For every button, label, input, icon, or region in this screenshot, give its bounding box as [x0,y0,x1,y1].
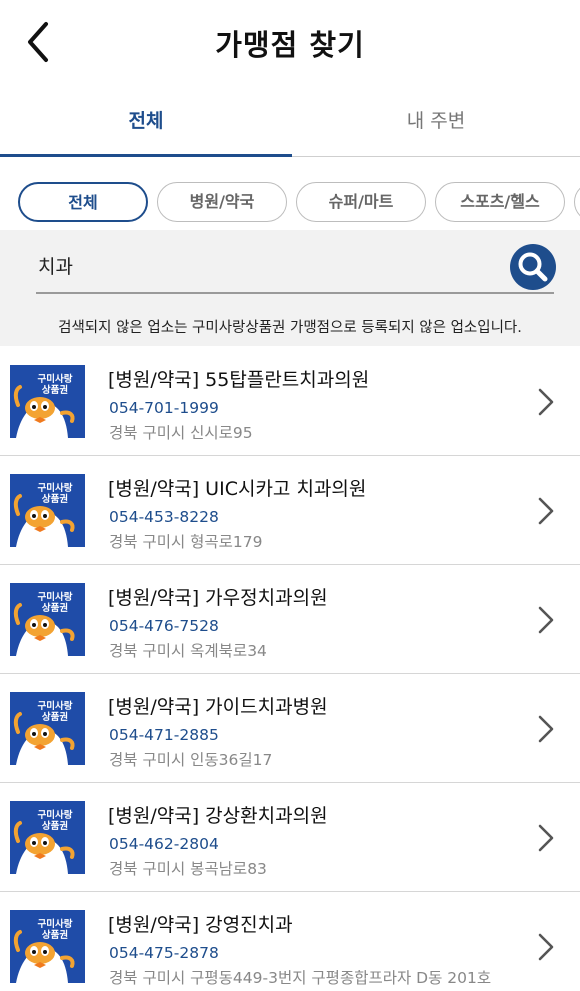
store-address: 경북 구미시 인동36길17 [109,751,273,769]
chevron-right-icon [538,824,554,852]
store-name: [병원/약국] 55탑플란트치과의원 [108,369,370,391]
chip-more[interactable] [574,182,580,222]
logo-text: 구미사랑 상품권 [37,483,73,505]
store-name: [병원/약국] UIC시카고 치과의원 [108,478,367,500]
chevron-right-icon [538,606,554,634]
list-item[interactable]: 구미사랑 상품권 [병원/약국] 강영진치과 054-475-2878 경북 구미시 … [0,892,580,991]
store-logo: 구미사랑 상품권 [10,365,85,438]
chevron-right-icon [538,497,554,525]
store-logo: 구미사랑 상품권 [10,583,85,656]
logo-text: 구미사랑 상품권 [37,810,73,832]
search-icon [518,252,548,282]
store-address: 경북 구미시 신시로95 [109,424,253,442]
store-address: 경북 구미시 형곡로179 [109,533,263,551]
search-underline [36,292,554,294]
store-list: 구미사랑 상품권 [병원/약국] 55탑플란트치과의원 054-701-1999 경북… [0,347,580,991]
chip-hospital-pharmacy[interactable]: 병원/약국 [157,182,287,222]
category-chips: 전체 병원/약국 슈퍼/마트 스포츠/헬스 [0,180,580,224]
store-name: [병원/약국] 가우정치과의원 [108,587,328,609]
search-notice: 검색되지 않은 업소는 구미사랑상품권 가맹점으로 등록되지 않은 업소입니다. [58,320,522,336]
store-address: 경북 구미시 봉곡남로83 [109,860,267,878]
logo-text: 구미사랑 상품권 [37,919,73,941]
store-name: [병원/약국] 강영진치과 [108,914,293,936]
list-item[interactable]: 구미사랑 상품권 [병원/약국] 55탑플란트치과의원 054-701-1999 경북… [0,347,580,456]
search-panel: 검색되지 않은 업소는 구미사랑상품권 가맹점으로 등록되지 않은 업소입니다. [0,230,580,346]
store-logo: 구미사랑 상품권 [10,910,85,983]
store-logo: 구미사랑 상품권 [10,474,85,547]
store-name: [병원/약국] 강상환치과의원 [108,805,328,827]
store-address: 경북 구미시 옥계북로34 [109,642,267,660]
tab-all[interactable]: 전체 [0,88,292,157]
list-item[interactable]: 구미사랑 상품권 [병원/약국] UIC시카고 치과의원 054-453-8228 경… [0,456,580,565]
chip-all[interactable]: 전체 [18,182,148,222]
store-logo: 구미사랑 상품권 [10,692,85,765]
logo-text: 구미사랑 상품권 [37,701,73,723]
store-logo: 구미사랑 상품권 [10,801,85,874]
logo-text: 구미사랑 상품권 [37,592,73,614]
search-button[interactable] [510,244,556,290]
list-item[interactable]: 구미사랑 상품권 [병원/약국] 가이드치과병원 054-471-2885 경북 구미… [0,674,580,783]
app-header: 가맹점 찾기 [0,0,580,88]
store-phone[interactable]: 054-701-1999 [109,399,219,417]
list-item[interactable]: 구미사랑 상품권 [병원/약국] 가우정치과의원 054-476-7528 경북 구미… [0,565,580,674]
list-item[interactable]: 구미사랑 상품권 [병원/약국] 강상환치과의원 054-462-2804 경북 구미… [0,783,580,892]
store-address: 경북 구미시 구평동449-3번지 구평종합프라자 D동 201호 [109,969,492,987]
store-name: [병원/약국] 가이드치과병원 [108,696,328,718]
store-phone[interactable]: 054-476-7528 [109,617,219,635]
chip-super-mart[interactable]: 슈퍼/마트 [296,182,426,222]
logo-text: 구미사랑 상품권 [37,374,73,396]
chevron-right-icon [538,715,554,743]
chip-sports-health[interactable]: 스포츠/헬스 [435,182,565,222]
tab-bar: 전체 내 주변 [0,88,580,157]
store-phone[interactable]: 054-475-2878 [109,944,219,962]
tab-nearby[interactable]: 내 주변 [292,88,580,157]
chevron-right-icon [538,388,554,416]
store-phone[interactable]: 054-462-2804 [109,835,219,853]
store-phone[interactable]: 054-471-2885 [109,726,219,744]
store-phone[interactable]: 054-453-8228 [109,508,219,526]
chevron-right-icon [538,933,554,961]
page-title: 가맹점 찾기 [215,28,365,62]
search-input[interactable] [38,240,478,290]
